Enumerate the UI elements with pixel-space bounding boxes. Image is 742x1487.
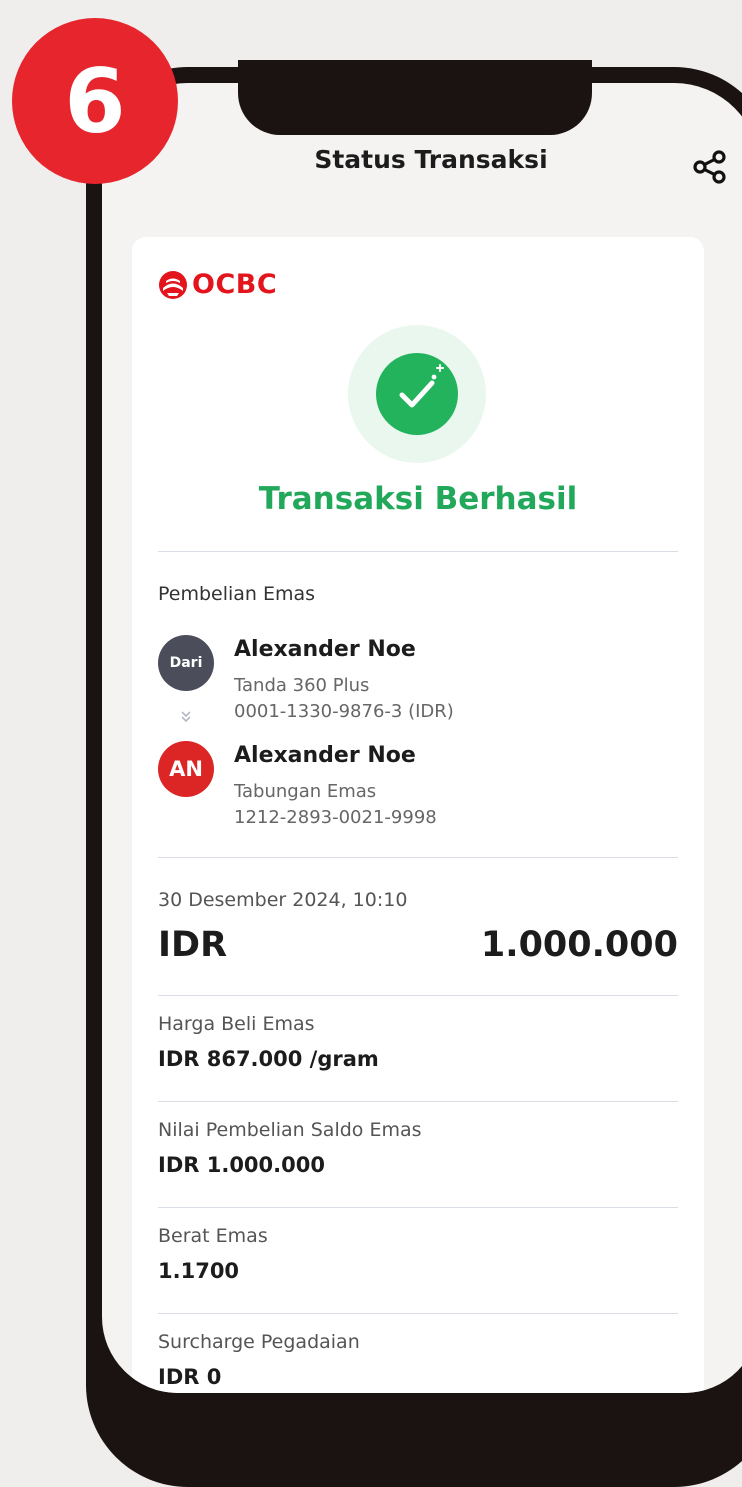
avatar-from: Dari [158, 635, 214, 691]
screen: Status Transaksi OCBC Transaksi Berhasil… [102, 83, 742, 1393]
success-badge [376, 353, 458, 435]
share-icon[interactable] [692, 149, 728, 185]
amount-row: IDR 1.000.000 [158, 925, 678, 975]
transaction-type: Pembelian Emas [158, 583, 316, 605]
from-name: Alexander Noe [234, 637, 416, 662]
divider [158, 1207, 678, 1208]
ocbc-logo-icon [159, 270, 187, 299]
phone-notch [238, 60, 592, 135]
step-badge: 6 [12, 18, 178, 184]
amount-value: 1.000.000 [480, 925, 678, 965]
ocbc-logo-text: OCBC [192, 269, 278, 300]
page-title: Status Transaksi [314, 145, 548, 174]
ocbc-logo: OCBC [158, 269, 277, 300]
detail-label-surcharge: Surcharge Pegadaian [158, 1331, 360, 1353]
amount-currency: IDR [158, 925, 228, 965]
success-halo [348, 325, 486, 463]
receipt-card: OCBC Transaksi Berhasil Pembelian Emas D… [132, 237, 704, 1393]
transaction-datetime: 30 Desember 2024, 10:10 [158, 889, 408, 911]
divider [158, 551, 678, 552]
from-account-type: Tanda 360 Plus [234, 675, 370, 696]
avatar-to: AN [158, 741, 214, 797]
detail-label-gold-price: Harga Beli Emas [158, 1013, 315, 1035]
to-name: Alexander Noe [234, 743, 416, 768]
detail-value-surcharge: IDR 0 [158, 1365, 222, 1389]
from-account-number: 0001-1330-9876-3 (IDR) [234, 701, 454, 722]
to-account-number: 1212-2893-0021-9998 [234, 807, 437, 828]
divider [158, 995, 678, 996]
divider [158, 1313, 678, 1314]
divider [158, 857, 678, 858]
check-circle-icon [399, 364, 444, 408]
detail-value-gold-weight: 1.1700 [158, 1259, 240, 1283]
to-account-type: Tabungan Emas [234, 781, 377, 802]
status-title: Transaksi Berhasil [258, 481, 578, 517]
chevron-double-down-icon [181, 711, 191, 723]
detail-value-purchase-value: IDR 1.000.000 [158, 1153, 325, 1177]
detail-label-gold-weight: Berat Emas [158, 1225, 268, 1247]
divider [158, 1101, 678, 1102]
detail-value-gold-price: IDR 867.000 /gram [158, 1047, 379, 1071]
detail-label-purchase-value: Nilai Pembelian Saldo Emas [158, 1119, 422, 1141]
